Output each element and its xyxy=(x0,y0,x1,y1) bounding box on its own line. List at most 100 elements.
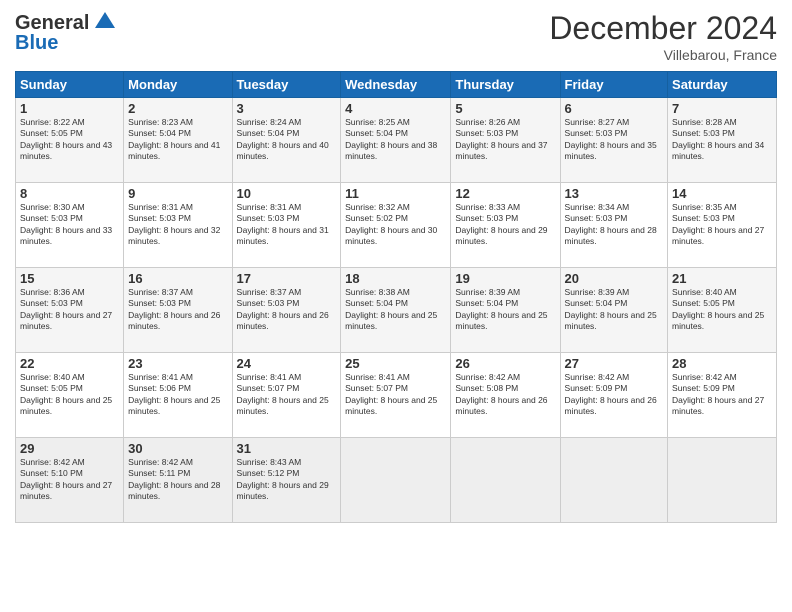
calendar-cell xyxy=(451,438,560,523)
day-info: Sunrise: 8:35 AMSunset: 5:03 PMDaylight:… xyxy=(672,202,764,246)
calendar-table: SundayMondayTuesdayWednesdayThursdayFrid… xyxy=(15,71,777,523)
calendar-cell: 25 Sunrise: 8:41 AMSunset: 5:07 PMDaylig… xyxy=(341,353,451,438)
calendar-header-row: SundayMondayTuesdayWednesdayThursdayFrid… xyxy=(16,72,777,98)
day-number: 24 xyxy=(237,356,337,371)
calendar-cell: 20 Sunrise: 8:39 AMSunset: 5:04 PMDaylig… xyxy=(560,268,668,353)
calendar-cell: 17 Sunrise: 8:37 AMSunset: 5:03 PMDaylig… xyxy=(232,268,341,353)
day-info: Sunrise: 8:33 AMSunset: 5:03 PMDaylight:… xyxy=(455,202,547,246)
day-info: Sunrise: 8:42 AMSunset: 5:10 PMDaylight:… xyxy=(20,457,112,501)
day-number: 25 xyxy=(345,356,446,371)
day-info: Sunrise: 8:37 AMSunset: 5:03 PMDaylight:… xyxy=(237,287,329,331)
calendar-cell: 19 Sunrise: 8:39 AMSunset: 5:04 PMDaylig… xyxy=(451,268,560,353)
day-info: Sunrise: 8:37 AMSunset: 5:03 PMDaylight:… xyxy=(128,287,220,331)
header: General Blue December 2024 Villebarou, F… xyxy=(15,10,777,63)
page: General Blue December 2024 Villebarou, F… xyxy=(0,0,792,612)
calendar-week-3: 15 Sunrise: 8:36 AMSunset: 5:03 PMDaylig… xyxy=(16,268,777,353)
day-info: Sunrise: 8:42 AMSunset: 5:09 PMDaylight:… xyxy=(565,372,657,416)
day-number: 14 xyxy=(672,186,772,201)
day-number: 30 xyxy=(128,441,227,456)
logo: General Blue xyxy=(15,10,119,55)
day-number: 21 xyxy=(672,271,772,286)
calendar-cell: 24 Sunrise: 8:41 AMSunset: 5:07 PMDaylig… xyxy=(232,353,341,438)
day-number: 8 xyxy=(20,186,119,201)
calendar-cell: 1 Sunrise: 8:22 AMSunset: 5:05 PMDayligh… xyxy=(16,98,124,183)
day-info: Sunrise: 8:40 AMSunset: 5:05 PMDaylight:… xyxy=(20,372,112,416)
calendar-cell: 22 Sunrise: 8:40 AMSunset: 5:05 PMDaylig… xyxy=(16,353,124,438)
col-header-tuesday: Tuesday xyxy=(232,72,341,98)
day-number: 23 xyxy=(128,356,227,371)
day-number: 12 xyxy=(455,186,555,201)
location-subtitle: Villebarou, France xyxy=(549,47,777,63)
calendar-cell: 4 Sunrise: 8:25 AMSunset: 5:04 PMDayligh… xyxy=(341,98,451,183)
day-number: 17 xyxy=(237,271,337,286)
calendar-cell: 10 Sunrise: 8:31 AMSunset: 5:03 PMDaylig… xyxy=(232,183,341,268)
calendar-cell: 9 Sunrise: 8:31 AMSunset: 5:03 PMDayligh… xyxy=(124,183,232,268)
calendar-cell: 5 Sunrise: 8:26 AMSunset: 5:03 PMDayligh… xyxy=(451,98,560,183)
calendar-cell: 3 Sunrise: 8:24 AMSunset: 5:04 PMDayligh… xyxy=(232,98,341,183)
day-number: 29 xyxy=(20,441,119,456)
day-info: Sunrise: 8:41 AMSunset: 5:07 PMDaylight:… xyxy=(345,372,437,416)
month-title: December 2024 xyxy=(549,10,777,47)
calendar-cell: 23 Sunrise: 8:41 AMSunset: 5:06 PMDaylig… xyxy=(124,353,232,438)
calendar-cell: 18 Sunrise: 8:38 AMSunset: 5:04 PMDaylig… xyxy=(341,268,451,353)
calendar-cell: 21 Sunrise: 8:40 AMSunset: 5:05 PMDaylig… xyxy=(668,268,777,353)
calendar-cell: 6 Sunrise: 8:27 AMSunset: 5:03 PMDayligh… xyxy=(560,98,668,183)
day-number: 22 xyxy=(20,356,119,371)
day-number: 27 xyxy=(565,356,664,371)
day-info: Sunrise: 8:27 AMSunset: 5:03 PMDaylight:… xyxy=(565,117,657,161)
calendar-cell: 31 Sunrise: 8:43 AMSunset: 5:12 PMDaylig… xyxy=(232,438,341,523)
day-info: Sunrise: 8:41 AMSunset: 5:06 PMDaylight:… xyxy=(128,372,220,416)
calendar-cell: 16 Sunrise: 8:37 AMSunset: 5:03 PMDaylig… xyxy=(124,268,232,353)
day-info: Sunrise: 8:31 AMSunset: 5:03 PMDaylight:… xyxy=(128,202,220,246)
day-number: 11 xyxy=(345,186,446,201)
day-info: Sunrise: 8:34 AMSunset: 5:03 PMDaylight:… xyxy=(565,202,657,246)
day-number: 18 xyxy=(345,271,446,286)
calendar-cell: 30 Sunrise: 8:42 AMSunset: 5:11 PMDaylig… xyxy=(124,438,232,523)
day-number: 28 xyxy=(672,356,772,371)
col-header-wednesday: Wednesday xyxy=(341,72,451,98)
calendar-week-5: 29 Sunrise: 8:42 AMSunset: 5:10 PMDaylig… xyxy=(16,438,777,523)
calendar-cell: 29 Sunrise: 8:42 AMSunset: 5:10 PMDaylig… xyxy=(16,438,124,523)
day-number: 20 xyxy=(565,271,664,286)
day-info: Sunrise: 8:41 AMSunset: 5:07 PMDaylight:… xyxy=(237,372,329,416)
col-header-sunday: Sunday xyxy=(16,72,124,98)
day-number: 10 xyxy=(237,186,337,201)
col-header-thursday: Thursday xyxy=(451,72,560,98)
title-area: December 2024 Villebarou, France xyxy=(549,10,777,63)
day-number: 4 xyxy=(345,101,446,116)
day-info: Sunrise: 8:24 AMSunset: 5:04 PMDaylight:… xyxy=(237,117,329,161)
day-info: Sunrise: 8:26 AMSunset: 5:03 PMDaylight:… xyxy=(455,117,547,161)
day-number: 19 xyxy=(455,271,555,286)
day-info: Sunrise: 8:32 AMSunset: 5:02 PMDaylight:… xyxy=(345,202,437,246)
day-number: 3 xyxy=(237,101,337,116)
day-info: Sunrise: 8:42 AMSunset: 5:08 PMDaylight:… xyxy=(455,372,547,416)
calendar-cell: 2 Sunrise: 8:23 AMSunset: 5:04 PMDayligh… xyxy=(124,98,232,183)
calendar-cell: 26 Sunrise: 8:42 AMSunset: 5:08 PMDaylig… xyxy=(451,353,560,438)
col-header-monday: Monday xyxy=(124,72,232,98)
day-info: Sunrise: 8:43 AMSunset: 5:12 PMDaylight:… xyxy=(237,457,329,501)
col-header-friday: Friday xyxy=(560,72,668,98)
day-number: 26 xyxy=(455,356,555,371)
day-number: 7 xyxy=(672,101,772,116)
calendar-cell: 14 Sunrise: 8:35 AMSunset: 5:03 PMDaylig… xyxy=(668,183,777,268)
day-info: Sunrise: 8:40 AMSunset: 5:05 PMDaylight:… xyxy=(672,287,764,331)
calendar-cell xyxy=(560,438,668,523)
day-info: Sunrise: 8:39 AMSunset: 5:04 PMDaylight:… xyxy=(565,287,657,331)
calendar-week-1: 1 Sunrise: 8:22 AMSunset: 5:05 PMDayligh… xyxy=(16,98,777,183)
calendar-cell: 15 Sunrise: 8:36 AMSunset: 5:03 PMDaylig… xyxy=(16,268,124,353)
day-number: 1 xyxy=(20,101,119,116)
calendar-cell xyxy=(341,438,451,523)
day-number: 31 xyxy=(237,441,337,456)
calendar-cell: 7 Sunrise: 8:28 AMSunset: 5:03 PMDayligh… xyxy=(668,98,777,183)
day-number: 9 xyxy=(128,186,227,201)
day-info: Sunrise: 8:31 AMSunset: 5:03 PMDaylight:… xyxy=(237,202,329,246)
calendar-cell: 13 Sunrise: 8:34 AMSunset: 5:03 PMDaylig… xyxy=(560,183,668,268)
day-info: Sunrise: 8:28 AMSunset: 5:03 PMDaylight:… xyxy=(672,117,764,161)
logo-icon xyxy=(91,8,119,36)
calendar-cell: 27 Sunrise: 8:42 AMSunset: 5:09 PMDaylig… xyxy=(560,353,668,438)
col-header-saturday: Saturday xyxy=(668,72,777,98)
day-info: Sunrise: 8:42 AMSunset: 5:09 PMDaylight:… xyxy=(672,372,764,416)
day-info: Sunrise: 8:39 AMSunset: 5:04 PMDaylight:… xyxy=(455,287,547,331)
day-number: 6 xyxy=(565,101,664,116)
day-number: 5 xyxy=(455,101,555,116)
